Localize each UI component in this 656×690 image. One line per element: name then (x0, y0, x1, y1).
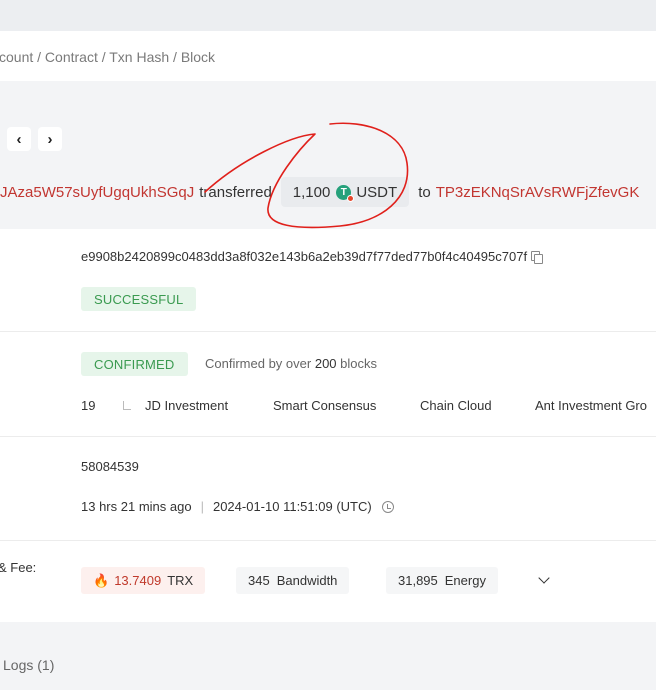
search-placeholder: count / Contract / Txn Hash / Block (0, 49, 216, 65)
to-word: to (418, 183, 431, 201)
timestamp: 2024-01-10 11:51:09 (UTC) (212, 499, 372, 514)
tree-branch-icon (123, 401, 131, 410)
usdt-token-icon: T (336, 184, 355, 202)
result-badge: SUCCESSFUL (81, 287, 197, 311)
sr-item[interactable]: JD Investment (145, 398, 228, 413)
trx-unit: TRX (167, 573, 194, 588)
energy-unit: Energy (444, 573, 486, 588)
clock-icon[interactable] (381, 500, 394, 513)
top-band (0, 0, 656, 31)
copy-icon[interactable] (531, 251, 544, 264)
prev-transaction-button[interactable]: ‹ (7, 127, 31, 151)
transfer-summary: JAza5W57sUyfUgqUkhSGqJ transferred 1,100… (0, 177, 639, 207)
time-separator: | (200, 499, 204, 514)
next-transaction-button[interactable]: › (38, 127, 62, 151)
sr-confirmations-row: 19 JD Investment Smart Consensus Chain C… (0, 398, 656, 416)
fire-icon: 🔥 (93, 572, 110, 588)
token-symbol-link[interactable]: USDT (356, 184, 397, 201)
bandwidth-unit: Bandwidth (276, 573, 338, 588)
next-chevron-icon: › (47, 130, 53, 148)
sr-item[interactable]: Ant Investment Gro (535, 398, 647, 413)
divider (0, 540, 656, 541)
bandwidth-chip: 345 Bandwidth (236, 567, 350, 594)
energy-amount: 31,895 (398, 573, 438, 588)
energy-chip: 31,895 Energy (386, 567, 498, 594)
confirm-count: 200 (314, 356, 337, 371)
trx-fee-chip: 🔥 13.7409 TRX (81, 567, 206, 594)
search-bar[interactable]: count / Contract / Txn Hash / Block (0, 31, 656, 81)
amount-value: 1,100 (292, 183, 331, 201)
sr-item[interactable]: Chain Cloud (420, 398, 492, 413)
sr-count: 19 (81, 398, 96, 413)
sr-item[interactable]: Smart Consensus (273, 398, 376, 413)
confirm-text: Confirmed by over 200 blocks (205, 356, 378, 371)
time-ago: 13 hrs 21 mins ago (81, 499, 192, 514)
transaction-hash-row: e9908b2420899c0483dd3a8f032e143b6a2eb39d… (81, 249, 544, 264)
tab-logs[interactable]: Logs (1) (3, 657, 54, 673)
transaction-hash: e9908b2420899c0483dd3a8f032e143b6a2eb39d… (81, 249, 528, 264)
fee-label: & Fee: (0, 560, 37, 575)
result-status: SUCCESSFUL (94, 291, 184, 307)
divider (0, 331, 656, 332)
to-address-link[interactable]: TP3zEKNqSrAVsRWFjZfevGK (436, 184, 640, 201)
from-address-link[interactable]: JAza5W57sUyfUgqUkhSGqJ (0, 184, 194, 201)
amount-chip: 1,100 T USDT (280, 177, 410, 207)
transferred-word: transferred (199, 183, 272, 201)
divider (0, 436, 656, 437)
bandwidth-amount: 345 (248, 573, 270, 588)
timestamp-row: 13 hrs 21 mins ago | 2024-01-10 11:51:09… (81, 499, 394, 514)
block-number-link[interactable]: 58084539 (81, 459, 139, 474)
status-badge: CONFIRMED (81, 352, 188, 376)
prev-chevron-icon: ‹ (16, 130, 22, 148)
confirm-status: CONFIRMED (94, 356, 175, 372)
trx-amount: 13.7409 (114, 573, 162, 588)
